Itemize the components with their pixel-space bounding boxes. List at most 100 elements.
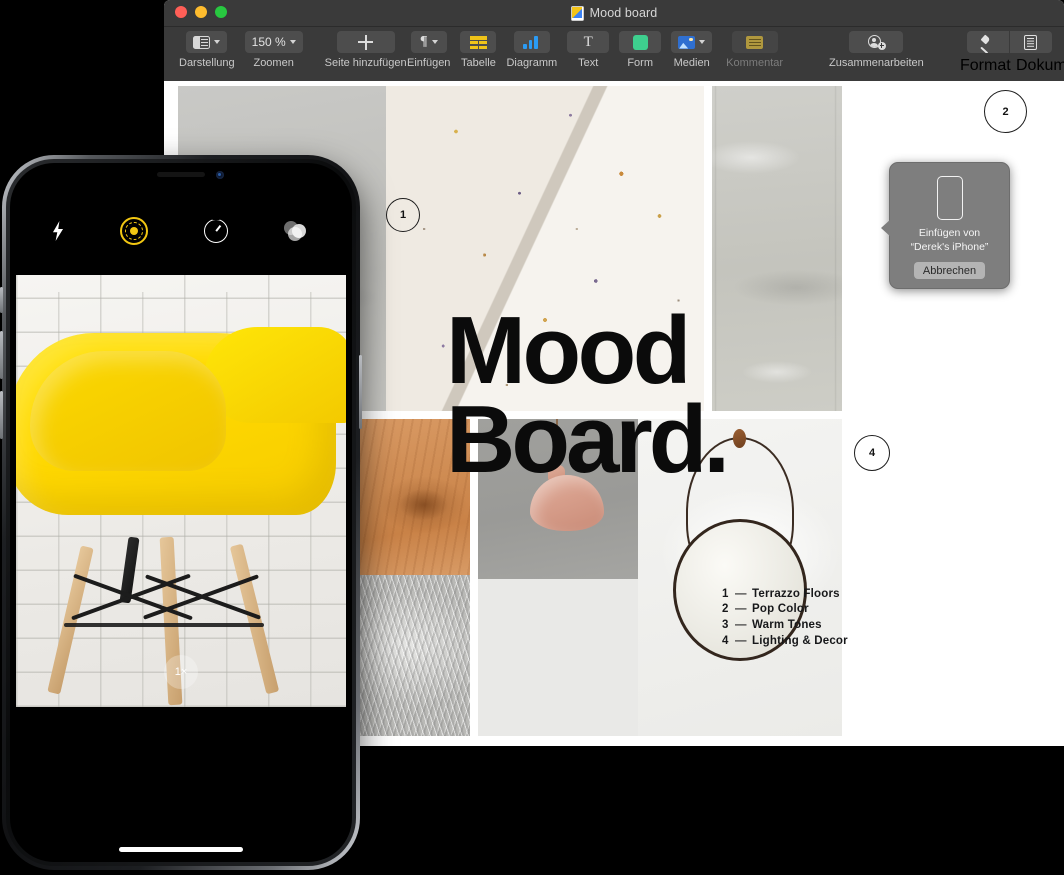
media-icon (678, 35, 696, 49)
badge-1[interactable]: 1 (386, 198, 420, 232)
chevron-down-icon (699, 40, 706, 44)
document-icon (1024, 34, 1037, 50)
live-photo-icon[interactable] (120, 217, 148, 245)
toolbar-diagramm-button[interactable]: Diagramm (501, 27, 562, 69)
mute-switch[interactable] (0, 287, 3, 313)
toolbar-format-label: Format (960, 57, 1011, 74)
toolbar-zusammenarbeiten-label: Zusammenarbeiten (829, 57, 924, 69)
legend-label: Pop Color (752, 603, 809, 616)
legend-label: Lighting & Decor (752, 634, 848, 647)
badge-2[interactable]: 2 (984, 90, 1027, 133)
iphone-outline-icon (936, 176, 963, 220)
legend-number: 3 (722, 618, 729, 631)
toolbar-zoom-button[interactable]: 150 % Zoomen (240, 27, 308, 69)
lamp-cord (556, 419, 558, 467)
keynote-document-icon (570, 5, 584, 21)
gray-fur-rug-tile[interactable] (348, 575, 470, 736)
legend-dash: — (735, 603, 747, 616)
toolbar-medien-label: Medien (673, 57, 710, 69)
legend-number: 1 (722, 587, 729, 600)
camera-top-controls (10, 199, 352, 263)
phone-screen[interactable]: 1× R SLO-MO VIDEO FOTO PORTRÄT QUADRAT (10, 163, 352, 862)
home-indicator[interactable] (119, 847, 243, 852)
chair-wire (64, 623, 264, 627)
toolbar-kommentar-label: Kommentar (726, 57, 784, 69)
table-icon (469, 35, 487, 49)
window-title: Mood board (589, 6, 658, 20)
view-panel-icon (193, 35, 211, 49)
toolbar-darstellung-label: Darstellung (179, 57, 235, 69)
mood-board-legend: 1 — Terrazzo Floors 2 — Pop Color 3 — Wa… (722, 586, 848, 648)
toolbar: Darstellung 150 % Zoomen Seite hinzufüge… (164, 27, 1064, 82)
toolbar-zoom-label: Zoomen (253, 57, 294, 69)
chevron-down-icon (431, 40, 438, 44)
legend-dash: — (735, 587, 747, 600)
toolbar-kommentar-button[interactable]: Kommentar (721, 27, 788, 69)
camera-viewfinder[interactable]: 1× (16, 275, 346, 707)
earpiece-speaker (157, 172, 205, 177)
window-titlebar: Mood board (164, 0, 1064, 27)
concrete-wall-tile[interactable] (712, 86, 842, 411)
format-inspector-button[interactable] (966, 31, 1009, 53)
chevron-down-icon (214, 40, 221, 44)
legend-panel-tile[interactable] (478, 579, 638, 736)
timer-icon[interactable] (204, 219, 228, 243)
legend-label: Warm Tones (752, 618, 822, 631)
inspector-segmented-control[interactable] (966, 31, 1052, 53)
legend-dash: — (735, 618, 747, 631)
chart-icon (523, 35, 540, 49)
screen-root: Mood board Darstellung 150 % Zoomen Seit… (0, 0, 1064, 875)
legend-row: 1 — Terrazzo Floors (722, 586, 848, 602)
toolbar-text-button[interactable]: T Text (562, 27, 614, 69)
legend-row: 2 — Pop Color (722, 602, 848, 618)
document-inspector-button[interactable] (1008, 31, 1052, 53)
chevron-down-icon (289, 40, 296, 44)
toolbar-collab-group: Zusammenarbeiten (824, 27, 929, 81)
toolbar-form-label: Form (627, 57, 653, 69)
toolbar-tabelle-button[interactable]: Tabelle (455, 27, 501, 69)
legend-number: 2 (722, 603, 729, 616)
side-button[interactable] (359, 355, 362, 429)
collaborate-icon (867, 35, 886, 50)
legend-row: 4 — Lighting & Decor (722, 633, 848, 649)
lamp-shade (530, 475, 604, 531)
iphone-device: 1× R SLO-MO VIDEO FOTO PORTRÄT QUADRAT (0, 155, 362, 870)
toolbar-form-button[interactable]: Form (614, 27, 666, 69)
popover-line-1: Einfügen von (918, 227, 981, 239)
zoom-value: 150 % (251, 35, 286, 49)
flash-icon[interactable] (52, 221, 64, 241)
paragraph-icon: ¶ (419, 34, 428, 49)
toolbar-medien-button[interactable]: Medien (666, 27, 717, 69)
legend-label: Terrazzo Floors (752, 587, 840, 600)
toolbar-tabelle-label: Tabelle (461, 57, 496, 69)
zoom-level-button[interactable]: 1× (164, 655, 198, 689)
toolbar-text-label: Text (578, 57, 599, 69)
toolbar-einfuegen-button[interactable]: ¶ Einfügen (402, 27, 455, 69)
text-icon: T (583, 33, 593, 50)
toolbar-insert-group: ¶ Einfügen Tabelle Diagramm T Text Form … (402, 27, 788, 81)
badge-4[interactable]: 4 (854, 435, 890, 471)
legend-number: 4 (722, 634, 729, 647)
cancel-button[interactable]: Abbrechen (913, 262, 986, 279)
round-mirror-tile[interactable] (638, 419, 842, 736)
shape-icon (632, 34, 648, 50)
toolbar-darstellung-button[interactable]: Darstellung (174, 27, 240, 69)
toolbar-right-group: Format Dokument (960, 27, 1064, 81)
toolbar-add-page-button[interactable]: Seite hinzufügen (320, 27, 412, 69)
legend-row: 3 — Warm Tones (722, 617, 848, 633)
yellow-chair-inner (30, 351, 226, 471)
mirror-knob (733, 429, 746, 448)
window-title-group: Mood board (164, 0, 1064, 26)
wood-grain-tile[interactable] (348, 419, 470, 575)
terrazzo-slab-tile[interactable] (386, 86, 704, 411)
popover-line-2: “Derek's iPhone” (910, 240, 989, 253)
format-brush-icon (979, 34, 996, 53)
toolbar-zusammenarbeiten-button[interactable]: Zusammenarbeiten (824, 27, 929, 69)
volume-up-button[interactable] (0, 331, 3, 379)
volume-down-button[interactable] (0, 391, 3, 439)
toolbar-einfuegen-label: Einfügen (407, 57, 451, 69)
filters-icon[interactable] (284, 221, 310, 241)
toolbar-left-group: Darstellung 150 % Zoomen Seite hinzufüge… (174, 27, 412, 81)
plus-icon (358, 34, 374, 50)
pendant-lamp-tile[interactable] (478, 419, 638, 579)
